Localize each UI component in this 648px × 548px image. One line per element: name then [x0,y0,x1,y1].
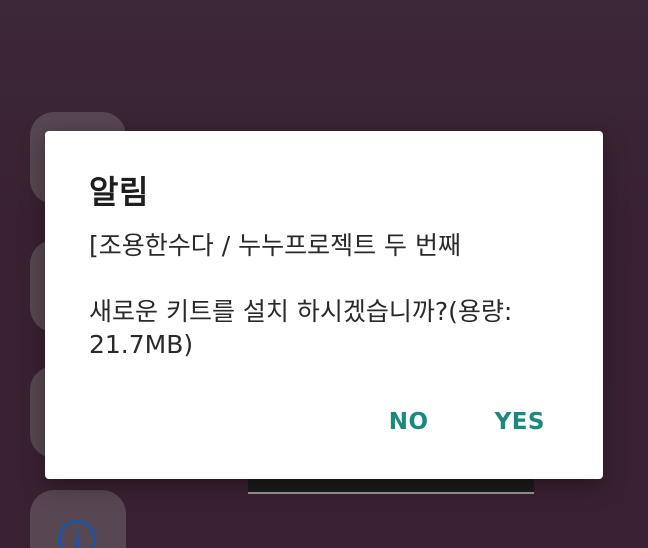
dialog-message: [조용한수다 / 누누프로젝트 두 번째 새로운 키트를 설치 하시겠습니까?(… [89,231,513,359]
dialog-actions: NO YES [387,405,547,439]
no-button[interactable]: NO [387,405,431,439]
yes-button[interactable]: YES [493,405,547,439]
alert-dialog: 알림 [조용한수다 / 누누프로젝트 두 번째 새로운 키트를 설치 하시겠습니… [45,131,603,479]
dialog-title: 알림 [89,173,149,211]
